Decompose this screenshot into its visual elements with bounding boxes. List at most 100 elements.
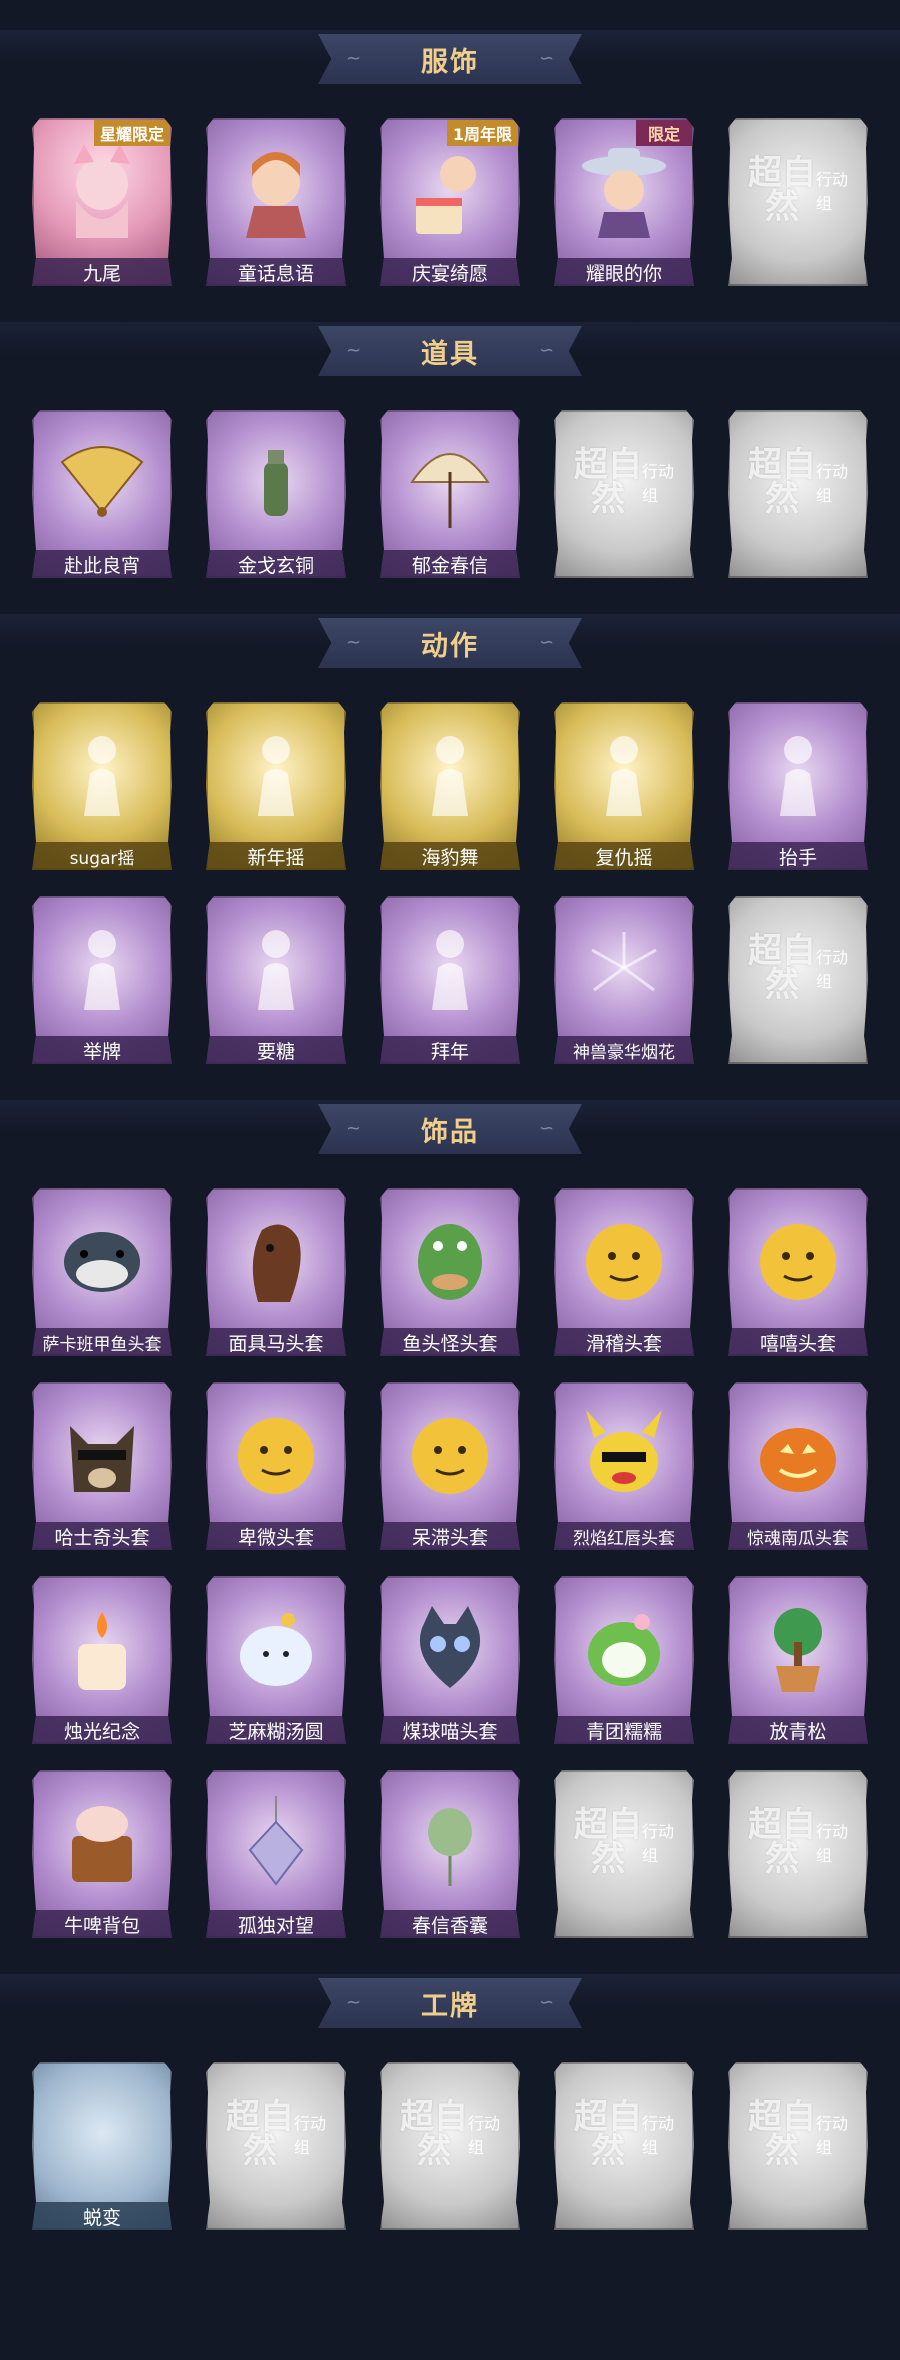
badge-blank-icon bbox=[52, 2080, 152, 2188]
locked-item-card[interactable]: 超自然 行动组 bbox=[380, 2062, 520, 2230]
placeholder-watermark: 超自然 行动组 bbox=[748, 1788, 848, 1896]
item-card[interactable]: 萨卡班甲鱼头套 bbox=[32, 1188, 172, 1356]
item-card[interactable]: 放青松 bbox=[728, 1576, 868, 1744]
item-card[interactable]: 哈士奇头套 bbox=[32, 1382, 172, 1550]
swirl-ornament-icon: ~ bbox=[538, 632, 554, 653]
item-label: 九尾 bbox=[32, 258, 172, 286]
limited-badge: 星耀限定 bbox=[93, 120, 170, 146]
section-banner: ~ 工牌 ~ bbox=[318, 1978, 582, 2028]
item-label: 赴此良宵 bbox=[32, 550, 172, 578]
watermark-logo: 超自然 bbox=[748, 445, 816, 519]
pikachu-head-icon bbox=[574, 1400, 674, 1508]
item-card[interactable]: sugar摇 bbox=[32, 702, 172, 870]
item-card[interactable]: 煤球喵头套 bbox=[380, 1576, 520, 1744]
item-card[interactable]: 呆滞头套 bbox=[380, 1382, 520, 1550]
placeholder-watermark: 超自然 行动组 bbox=[748, 914, 848, 1022]
tangyuan-icon bbox=[226, 1594, 326, 1702]
item-label: 童话息语 bbox=[206, 258, 346, 286]
locked-item-card[interactable]: 超自然 行动组 bbox=[554, 410, 694, 578]
item-card[interactable]: 鱼头怪头套 bbox=[380, 1188, 520, 1356]
pumpkin-head-icon bbox=[748, 1400, 848, 1508]
placeholder-watermark: 超自然 行动组 bbox=[574, 2080, 674, 2188]
section-banner: ~ 服饰 ~ bbox=[318, 34, 582, 84]
item-card[interactable]: 蜕变 bbox=[32, 2062, 172, 2230]
watermark-logo: 超自然 bbox=[226, 2097, 294, 2171]
item-card[interactable]: 限定 耀眼的你 bbox=[554, 118, 694, 286]
item-card[interactable]: 举牌 bbox=[32, 896, 172, 1064]
fireworks-icon bbox=[574, 914, 674, 1022]
placeholder-watermark: 超自然 行动组 bbox=[574, 428, 674, 536]
fan-icon bbox=[52, 428, 152, 536]
locked-item-card[interactable]: 超自然 行动组 bbox=[554, 1770, 694, 1938]
item-label: sugar摇 bbox=[32, 842, 172, 870]
humble-face-icon bbox=[226, 1400, 326, 1508]
watermark-subtitle: 行动组 bbox=[294, 2114, 327, 2157]
item-card[interactable]: 要糖 bbox=[206, 896, 346, 1064]
item-label: 庆宴绮愿 bbox=[380, 258, 520, 286]
item-label: 春信香囊 bbox=[380, 1910, 520, 1938]
item-card[interactable]: 烛光纪念 bbox=[32, 1576, 172, 1744]
item-label: 抬手 bbox=[728, 842, 868, 870]
watermark-subtitle: 行动组 bbox=[642, 2114, 675, 2157]
item-card[interactable]: 抬手 bbox=[728, 702, 868, 870]
watermark-subtitle: 行动组 bbox=[468, 2114, 501, 2157]
dance-pose-icon bbox=[52, 720, 152, 828]
watermark-logo: 超自然 bbox=[748, 153, 816, 227]
item-label: 烛光纪念 bbox=[32, 1716, 172, 1744]
item-label: 芝麻糊汤圆 bbox=[206, 1716, 346, 1744]
locked-item-card[interactable]: 超自然 行动组 bbox=[554, 2062, 694, 2230]
item-label: 放青松 bbox=[728, 1716, 868, 1744]
item-label: 举牌 bbox=[32, 1036, 172, 1064]
placeholder-watermark: 超自然 行动组 bbox=[748, 136, 848, 244]
section-title: 动作 bbox=[421, 630, 479, 662]
collection-page: ~ 服饰 ~ 星耀限定 九尾 童话息语 1周年限 庆宴绮愿 限定 耀眼的你 超自然 行动组 ~ 道具 ~ 赴此… bbox=[0, 0, 900, 2360]
item-card[interactable]: 1周年限庆宴绮愿 bbox=[380, 118, 520, 286]
item-label: 新年摇 bbox=[206, 842, 346, 870]
item-label: 鱼头怪头套 bbox=[380, 1328, 520, 1356]
item-card[interactable]: 神兽豪华烟花 bbox=[554, 896, 694, 1064]
item-label: 蜕变 bbox=[32, 2202, 172, 2230]
item-card[interactable]: 孤独对望 bbox=[206, 1770, 346, 1938]
item-label: 拜年 bbox=[380, 1036, 520, 1064]
candle-icon bbox=[52, 1594, 152, 1702]
umbrella-icon bbox=[400, 428, 500, 536]
item-card[interactable]: 郁金春信 bbox=[380, 410, 520, 578]
item-label: 呆滞头套 bbox=[380, 1522, 520, 1550]
item-card[interactable]: 青团糯糯 bbox=[554, 1576, 694, 1744]
item-card[interactable]: 春信香囊 bbox=[380, 1770, 520, 1938]
item-label: 萨卡班甲鱼头套 bbox=[32, 1328, 172, 1356]
item-card[interactable]: 牛啤背包 bbox=[32, 1770, 172, 1938]
fish-monster-icon bbox=[400, 1206, 500, 1314]
item-card[interactable]: 金戈玄铜 bbox=[206, 410, 346, 578]
item-card[interactable]: 面具马头套 bbox=[206, 1188, 346, 1356]
sachet-icon bbox=[400, 1788, 500, 1896]
item-card[interactable]: 复仇摇 bbox=[554, 702, 694, 870]
birthday-girl-icon bbox=[400, 136, 500, 244]
locked-item-card[interactable]: 超自然 行动组 bbox=[206, 2062, 346, 2230]
dance-pose-icon bbox=[400, 720, 500, 828]
item-card[interactable]: 惊魂南瓜头套 bbox=[728, 1382, 868, 1550]
item-label: 面具马头套 bbox=[206, 1328, 346, 1356]
locked-item-card[interactable]: 超自然 行动组 bbox=[728, 896, 868, 1064]
item-card[interactable]: 赴此良宵 bbox=[32, 410, 172, 578]
item-card[interactable]: 童话息语 bbox=[206, 118, 346, 286]
item-card[interactable]: 卑微头套 bbox=[206, 1382, 346, 1550]
locked-item-card[interactable]: 超自然 行动组 bbox=[728, 118, 868, 286]
locked-item-card[interactable]: 超自然 行动组 bbox=[728, 410, 868, 578]
item-card[interactable]: 海豹舞 bbox=[380, 702, 520, 870]
item-card[interactable]: 嘻嘻头套 bbox=[728, 1188, 868, 1356]
fish-head-icon bbox=[52, 1206, 152, 1314]
item-card[interactable]: 滑稽头套 bbox=[554, 1188, 694, 1356]
item-card[interactable]: 烈焰红唇头套 bbox=[554, 1382, 694, 1550]
item-card[interactable]: 新年摇 bbox=[206, 702, 346, 870]
horse-head-icon bbox=[226, 1206, 326, 1314]
limited-badge: 1周年限 bbox=[446, 120, 518, 146]
locked-item-card[interactable]: 超自然 行动组 bbox=[728, 1770, 868, 1938]
item-card[interactable]: 拜年 bbox=[380, 896, 520, 1064]
item-label: 郁金春信 bbox=[380, 550, 520, 578]
qingtuan-icon bbox=[574, 1594, 674, 1702]
item-card[interactable]: 星耀限定九尾 bbox=[32, 118, 172, 286]
locked-item-card[interactable]: 超自然 行动组 bbox=[728, 2062, 868, 2230]
item-card[interactable]: 芝麻糊汤圆 bbox=[206, 1576, 346, 1744]
dance-pose-icon bbox=[226, 720, 326, 828]
